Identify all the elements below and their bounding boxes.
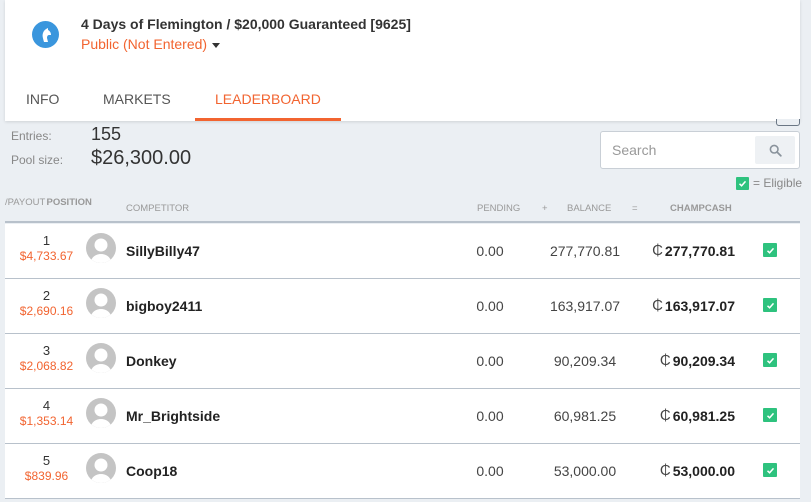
tab-leaderboard[interactable]: LEADERBOARD (195, 82, 341, 121)
entries-label: Entries: (11, 129, 52, 143)
eligible-legend: = Eligible (736, 176, 802, 190)
champcash-amount: 90,209.34 (672, 352, 735, 369)
eligible-legend-label: = Eligible (753, 176, 803, 190)
check-icon (736, 176, 749, 190)
table-row[interactable]: 2 $2,690.16 bigboy2411 0.00 163,917.07 ₵… (5, 279, 800, 334)
eligible-check-icon (763, 463, 777, 477)
payout-amount: $2,068.82 (19, 359, 74, 373)
event-status-label: Public (Not Entered) (81, 36, 208, 52)
balance-value: 60,981.25 (553, 408, 617, 424)
user-silhouette-icon (91, 238, 111, 263)
competitor-name[interactable]: Mr_Brightside (126, 408, 220, 424)
position-cell: 5 $839.96 (5, 453, 88, 484)
user-silhouette-icon (91, 458, 111, 483)
pending-value: 0.00 (476, 463, 504, 479)
champcash-currency-icon: ₵ (659, 352, 671, 369)
position-number: 4 (42, 398, 51, 413)
champcash-currency-icon: ₵ (659, 462, 671, 479)
col-balance[interactable]: BALANCE (567, 203, 611, 214)
col-pending[interactable]: PENDING (477, 203, 520, 214)
balance-value: 277,770.81 (549, 243, 621, 259)
champcash-amount: 53,000.00 (672, 462, 735, 479)
search-button[interactable] (755, 136, 795, 164)
position-number: 3 (42, 343, 51, 358)
col-payout-label: /PAYOUT (5, 197, 46, 208)
position-cell: 4 $1,353.14 (5, 398, 88, 429)
horse-head-icon (32, 21, 59, 48)
champcash-value: ₵ 277,770.81 (652, 242, 735, 259)
pending-value: 0.00 (476, 298, 504, 314)
search-input[interactable] (601, 132, 751, 168)
plus-sign: + (542, 203, 548, 214)
champcash-amount: 60,981.25 (672, 407, 735, 424)
avatar (86, 288, 116, 318)
champcash-value: ₵ 53,000.00 (660, 462, 735, 479)
leaderboard-header: POSITION /PAYOUT COMPETITOR PENDING + BA… (5, 195, 800, 223)
champcash-amount: 163,917.07 (664, 297, 735, 314)
leaderboard-table: 1 $4,733.67 SillyBilly47 0.00 277,770.81… (5, 224, 800, 499)
table-row[interactable]: 3 $2,068.82 Donkey 0.00 90,209.34 ₵ 90,2… (5, 334, 800, 389)
event-title: 4 Days of Flemington / $20,000 Guarantee… (81, 16, 411, 32)
pool-size-value: $26,300.00 (91, 147, 192, 169)
eligible-check-icon (763, 353, 777, 367)
position-number: 1 (42, 233, 51, 248)
col-competitor[interactable]: COMPETITOR (126, 203, 189, 214)
balance-value: 163,917.07 (549, 298, 621, 314)
position-cell: 2 $2,690.16 (5, 288, 88, 319)
equals-sign: = (632, 203, 638, 214)
search-box (600, 131, 800, 169)
champcash-currency-icon: ₵ (652, 297, 663, 314)
table-row[interactable]: 5 $839.96 Coop18 0.00 53,000.00 ₵ 53,000… (5, 444, 800, 499)
avatar (86, 398, 116, 428)
user-silhouette-icon (91, 293, 111, 318)
entries-value: 155 (91, 124, 122, 144)
tab-info[interactable]: INFO (5, 82, 81, 121)
avatar (86, 233, 116, 263)
champcash-value: ₵ 60,981.25 (660, 407, 735, 424)
table-row[interactable]: 1 $4,733.67 SillyBilly47 0.00 277,770.81… (5, 224, 800, 279)
balance-value: 53,000.00 (553, 463, 617, 479)
avatar (86, 453, 116, 483)
caret-down-icon (212, 42, 221, 48)
table-row[interactable]: 4 $1,353.14 Mr_Brightside 0.00 60,981.25… (5, 389, 800, 444)
pending-value: 0.00 (476, 243, 504, 259)
user-silhouette-icon (91, 348, 111, 373)
payout-amount: $2,690.16 (19, 304, 74, 318)
col-champcash[interactable]: CHAMPCASH (670, 203, 732, 214)
col-position-label: POSITION (46, 197, 92, 208)
tab-bar: INFO MARKETS LEADERBOARD (5, 82, 341, 121)
event-status-dropdown[interactable]: Public (Not Entered) (81, 36, 221, 52)
champcash-value: ₵ 163,917.07 (652, 297, 735, 314)
search-icon (769, 144, 782, 157)
balance-value: 90,209.34 (553, 353, 617, 369)
position-cell: 1 $4,733.67 (5, 233, 88, 264)
avatar (86, 343, 116, 373)
collapse-handle[interactable] (776, 119, 800, 126)
competitor-name[interactable]: SillyBilly47 (126, 243, 200, 259)
contest-stats: Entries: 155 Pool size: $26,300.00 (11, 124, 191, 170)
champcash-currency-icon: ₵ (659, 407, 671, 424)
user-silhouette-icon (91, 403, 111, 428)
position-cell: 3 $2,068.82 (5, 343, 88, 374)
competitor-name[interactable]: Donkey (126, 353, 177, 369)
position-number: 5 (42, 453, 51, 468)
position-number: 2 (42, 288, 51, 303)
champcash-amount: 277,770.81 (664, 242, 735, 259)
payout-amount: $1,353.14 (19, 414, 74, 428)
payout-amount: $839.96 (24, 469, 69, 483)
eligible-check-icon (763, 408, 777, 422)
pending-value: 0.00 (476, 353, 504, 369)
payout-amount: $4,733.67 (19, 249, 74, 263)
eligible-check-icon (763, 298, 777, 312)
eligible-check-icon (763, 243, 777, 257)
competitor-name[interactable]: bigboy2411 (126, 298, 202, 314)
champcash-value: ₵ 90,209.34 (660, 352, 735, 369)
champcash-currency-icon: ₵ (652, 242, 663, 259)
pending-value: 0.00 (476, 408, 504, 424)
competitor-name[interactable]: Coop18 (126, 463, 177, 479)
pool-size-label: Pool size: (11, 153, 64, 167)
tab-markets[interactable]: MARKETS (81, 82, 195, 121)
